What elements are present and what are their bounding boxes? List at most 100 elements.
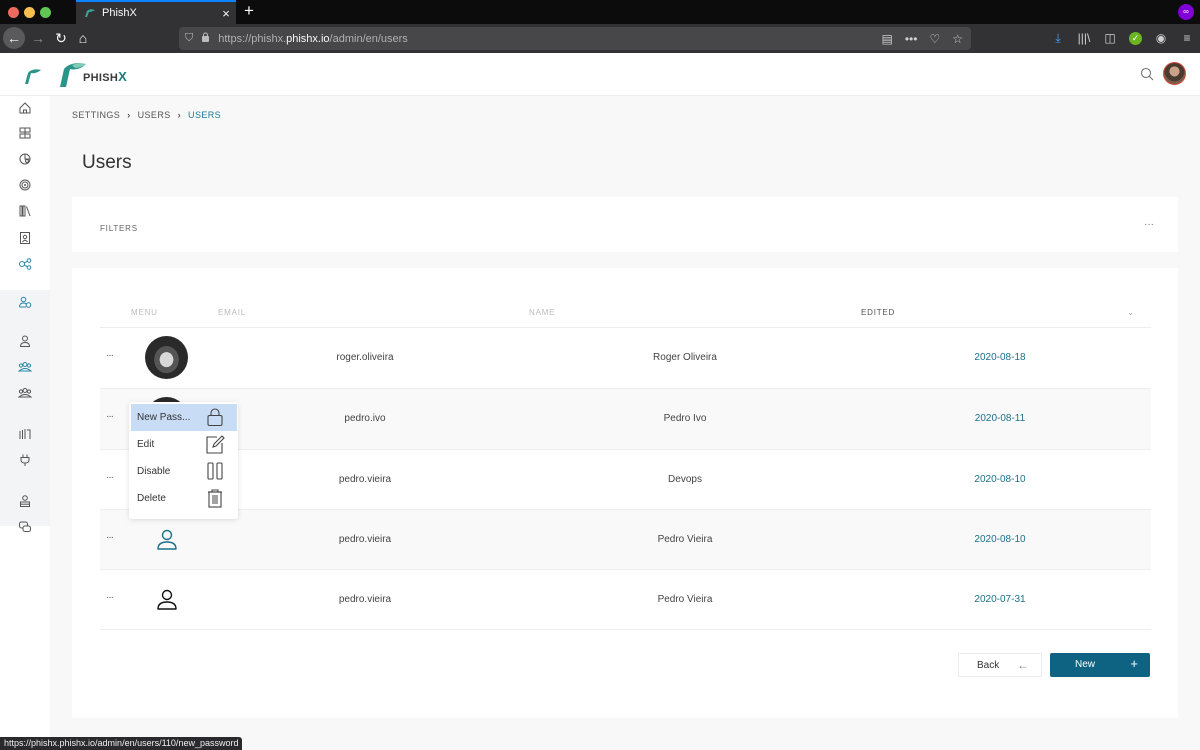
table-row[interactable]: ··· pedro.ivo Pedro Ivo 2020-08-11 [100,388,1151,449]
pocket-icon[interactable]: ♡ [929,32,940,46]
browser-tab-bar: PhishX × + ∞ [0,0,1200,24]
account-icon[interactable]: ◉ [1154,29,1168,47]
breadcrumb-separator: › [127,110,131,120]
row-menu-icon[interactable]: ··· [106,532,114,543]
private-browsing-icon: ∞ [1178,4,1194,20]
column-header-edited[interactable]: EDITED [861,308,895,317]
home-icon[interactable] [18,101,32,115]
cell-edited[interactable]: 2020-08-18 [950,352,1050,363]
sidebar-toggle-icon[interactable]: ◫ [1103,29,1117,47]
column-header-name[interactable]: NAME [529,308,555,317]
library-books-icon[interactable] [18,204,32,218]
tab-close-icon[interactable]: × [216,6,236,21]
row-menu-icon[interactable]: ··· [106,592,114,603]
permissions-icon[interactable] [18,427,32,441]
back-button-label: Back [977,660,1000,671]
browser-tab-phishx[interactable]: PhishX × [76,0,236,24]
table-row[interactable]: ··· pedro.vieira Pedro Vieira 2020-07-31 [100,569,1151,630]
new-tab-button[interactable]: + [240,0,258,24]
column-header-menu: MENU [131,308,158,317]
url-bar[interactable]: ⛉ https://phishx.phishx.io/admin/en/user… [179,27,971,50]
app-header: PHISHX [0,53,1200,96]
users-group-icon[interactable] [18,360,32,374]
cell-name: Pedro Vieira [657,594,713,605]
tab-title: PhishX [102,7,137,19]
menu-item-delete[interactable]: Delete [131,485,237,512]
menu-item-label: New Pass... [137,412,191,423]
cell-email: roger.oliveira [336,352,394,363]
url-text[interactable]: https://phishx.phishx.io/admin/en/users [218,33,881,45]
user-settings-icon[interactable] [18,295,32,309]
reader-view-icon[interactable]: ▤ [882,32,893,46]
arrow-left-icon: ← [1017,658,1029,672]
table-row[interactable]: ··· roger.oliveira Roger Oliveira 2020-0… [100,327,1151,388]
cell-email: pedro.vieira [338,594,392,605]
page-actions-more-icon[interactable]: ••• [905,32,918,46]
extension-check-icon[interactable]: ✓ [1129,31,1142,45]
lock-icon[interactable] [201,32,210,45]
cell-edited[interactable]: 2020-08-11 [950,413,1050,424]
menu-item-label: Delete [137,493,166,504]
table-row[interactable]: ··· pedro.vieira Devops 2020-08-10 [100,449,1151,510]
sort-chevron-icon[interactable]: ⌄ [1127,308,1134,317]
filters-label[interactable]: FILTERS [100,224,138,233]
row-menu-icon[interactable]: ··· [106,411,114,422]
menu-item-disable[interactable]: Disable [131,458,237,485]
pause-icon [207,462,223,480]
page-title: Users [82,152,132,173]
reload-icon[interactable]: ↻ [50,27,72,49]
phishx-logo[interactable]: PHISHX [57,60,127,88]
home-icon[interactable]: ⌂ [72,27,94,49]
dashboard-icon[interactable] [18,126,32,140]
row-menu-icon[interactable]: ··· [106,350,114,361]
row-menu-icon[interactable]: ··· [106,472,114,483]
chat-icon[interactable] [18,520,32,534]
edit-icon [206,435,225,454]
phishx-favicon-icon [85,9,95,17]
back-arrow-icon[interactable]: ← [3,27,25,49]
teams-icon[interactable] [18,386,32,400]
admin-user-icon[interactable] [18,494,32,508]
filters-panel: FILTERS ··· [72,197,1178,252]
library-icon[interactable]: |||\ [1077,29,1091,47]
menu-item-new-password[interactable]: New Pass... [131,404,237,431]
filters-more-icon[interactable]: ··· [1144,219,1154,230]
window-minimize-button[interactable] [24,7,35,18]
menu-item-edit[interactable]: Edit [131,431,237,458]
cell-name: Pedro Ivo [663,413,707,424]
hamburger-menu-icon[interactable]: ≡ [1180,29,1194,47]
plus-icon: + [1130,656,1138,671]
breadcrumb-settings[interactable]: SETTINGS [72,110,120,120]
logo-text: PHISHX [83,69,128,84]
cell-edited[interactable]: 2020-08-10 [950,534,1050,545]
back-button[interactable]: Back ← [958,653,1042,677]
phishx-logo-icon[interactable] [22,67,42,85]
bookmark-star-icon[interactable]: ☆ [952,32,963,46]
new-user-button[interactable]: New + [1050,653,1150,677]
search-icon[interactable] [1140,67,1154,81]
user-avatar[interactable] [1163,62,1186,85]
target-icon[interactable] [18,178,32,192]
tracking-shield-icon[interactable]: ⛉ [185,32,193,45]
cell-email: pedro.vieira [338,474,392,485]
status-bar-url: https://phishx.phishx.io/admin/en/users/… [0,737,243,750]
column-header-email[interactable]: EMAIL [218,308,246,317]
download-icon[interactable]: ⤓ [1051,29,1065,47]
settings-share-icon[interactable] [18,257,32,271]
table-row[interactable]: ··· pedro.vieira Pedro Vieira 2020-08-10 [100,509,1151,570]
forward-arrow-icon[interactable]: → [27,27,49,49]
analytics-pie-icon[interactable] [18,152,32,166]
breadcrumb-current: USERS [188,110,222,120]
breadcrumb: SETTINGS › USERS › USERS [72,110,221,120]
user-icon[interactable] [18,334,32,348]
user-icon [157,529,177,550]
plug-integration-icon[interactable] [18,453,32,467]
window-zoom-button[interactable] [40,7,51,18]
contact-card-icon[interactable] [18,231,32,245]
cell-edited[interactable]: 2020-07-31 [950,594,1050,605]
cell-edited[interactable]: 2020-08-10 [950,474,1050,485]
breadcrumb-users[interactable]: USERS [138,110,171,120]
window-close-button[interactable] [8,7,19,18]
lock-icon [207,408,223,427]
menu-item-label: Disable [137,466,171,477]
